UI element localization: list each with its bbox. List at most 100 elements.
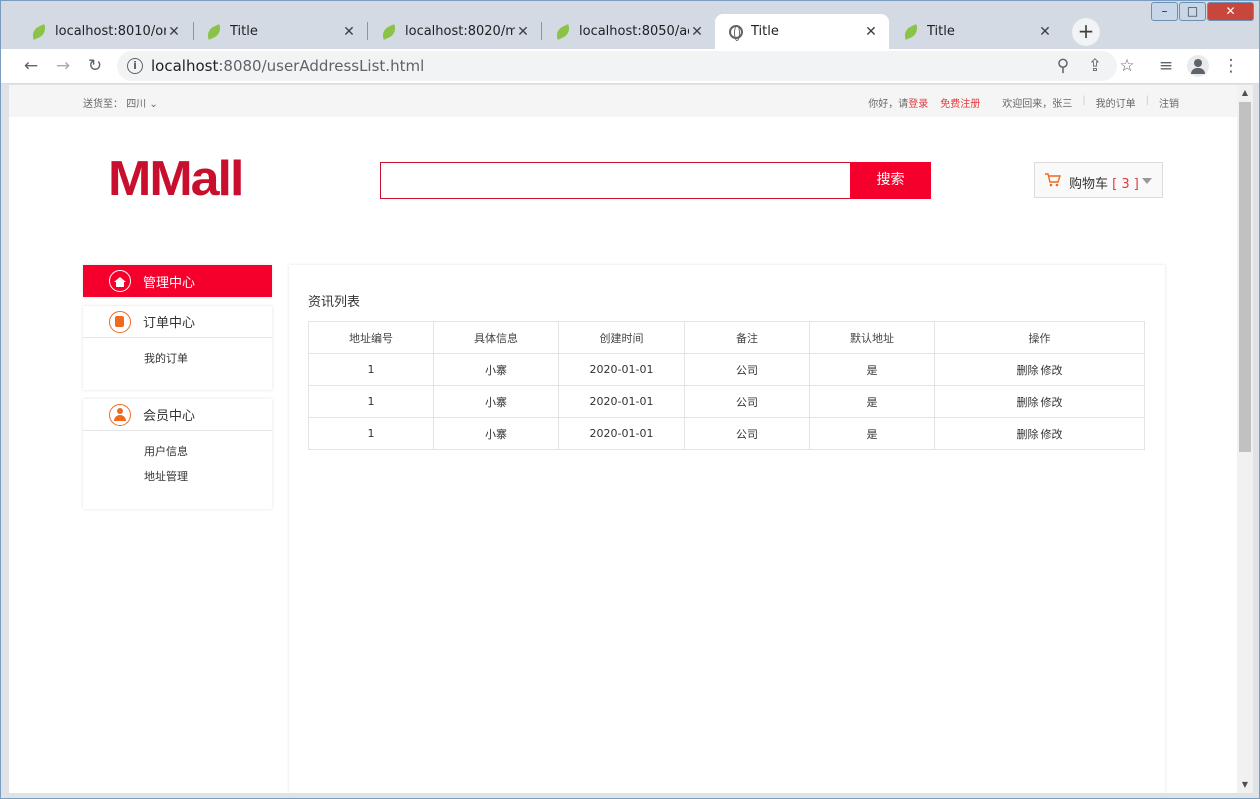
sidebar-item-label: 管理中心 bbox=[143, 275, 196, 291]
ship-to[interactable]: 送货至： 四川 ⌄ bbox=[83, 95, 158, 110]
ship-to-label: 送货至： bbox=[83, 99, 123, 110]
cart-count-close: ] bbox=[1129, 177, 1139, 192]
delete-link[interactable]: 删除 bbox=[1017, 396, 1039, 409]
search-input[interactable] bbox=[380, 162, 851, 199]
address-panel: 资讯列表 地址编号 具体信息 创建时间 备注 默认地址 操作 1 小寨 2020… bbox=[289, 265, 1165, 793]
spring-leaf-icon bbox=[901, 23, 921, 40]
scroll-up-arrow-icon[interactable]: ▲ bbox=[1237, 85, 1253, 101]
home-icon bbox=[109, 270, 131, 292]
cell-created: 2020-01-01 bbox=[558, 417, 685, 450]
url-path: :8080/userAddressList.html bbox=[218, 57, 425, 75]
cell-actions: 删除 修改 bbox=[934, 417, 1145, 450]
share-icon[interactable]: ⇪ bbox=[1084, 55, 1106, 77]
login-link[interactable]: 登录 bbox=[908, 95, 928, 110]
cell-id: 1 bbox=[308, 353, 434, 386]
scroll-thumb[interactable] bbox=[1239, 102, 1251, 452]
caret-down-icon bbox=[1142, 178, 1152, 184]
sidebar-link-user-info[interactable]: 用户信息 bbox=[83, 439, 272, 464]
cell-default: 是 bbox=[809, 385, 935, 418]
register-link[interactable]: 免费注册 bbox=[940, 95, 980, 110]
tab-4[interactable]: localhost:8050/acc ✕ bbox=[541, 14, 715, 49]
url-text[interactable]: localhost:8080/userAddressList.html bbox=[151, 57, 424, 75]
reload-icon[interactable]: ↻ bbox=[84, 55, 106, 77]
tab-title: localhost:8050/acc bbox=[579, 24, 689, 39]
tab-3[interactable]: localhost:8020/me ✕ bbox=[367, 14, 541, 49]
spring-leaf-icon bbox=[553, 23, 573, 40]
tab-6[interactable]: Title ✕ bbox=[889, 14, 1063, 49]
search-button[interactable]: 搜索 bbox=[850, 162, 931, 199]
site-info-icon[interactable]: i bbox=[127, 58, 143, 74]
new-tab-button[interactable]: + bbox=[1072, 18, 1100, 46]
window-close-button[interactable]: ✕ bbox=[1207, 2, 1254, 21]
tab-title: Title bbox=[751, 24, 779, 39]
profile-avatar-icon[interactable] bbox=[1187, 55, 1209, 77]
column-header: 默认地址 bbox=[809, 321, 935, 354]
vertical-scrollbar[interactable]: ▲ ▼ bbox=[1237, 85, 1253, 793]
tab-1[interactable]: localhost:8010/orde ✕ bbox=[17, 14, 192, 49]
topbar-links: 你好，请 登录 免费注册 欢迎回来，张三 | 我的订单 | 注销 bbox=[868, 95, 1179, 110]
sidebar-item-orders[interactable]: 订单中心 bbox=[83, 306, 272, 338]
panel-title: 资讯列表 bbox=[308, 295, 361, 310]
close-icon[interactable]: ✕ bbox=[863, 24, 879, 40]
column-header: 地址编号 bbox=[308, 321, 434, 354]
cell-actions: 删除 修改 bbox=[934, 353, 1145, 386]
sidebar-item-members[interactable]: 会员中心 bbox=[83, 399, 272, 431]
cell-default: 是 bbox=[809, 417, 935, 450]
delete-link[interactable]: 删除 bbox=[1017, 364, 1039, 377]
minimize-button[interactable]: – bbox=[1151, 2, 1178, 21]
sidebar-item-label: 会员中心 bbox=[143, 409, 196, 424]
cart-button[interactable]: 购物车 [ 3 ] bbox=[1034, 162, 1163, 198]
spring-leaf-icon bbox=[29, 23, 49, 40]
bookmark-star-icon[interactable]: ☆ bbox=[1116, 55, 1138, 77]
site-topbar: 送货至： 四川 ⌄ 你好，请 登录 免费注册 欢迎回来，张三 | 我的订单 | … bbox=[9, 85, 1237, 117]
close-icon[interactable]: ✕ bbox=[689, 24, 705, 40]
tab-2[interactable]: Title ✕ bbox=[192, 14, 367, 49]
tab-title: Title bbox=[927, 24, 955, 39]
cart-count: 3 bbox=[1121, 177, 1130, 192]
forward-arrow-icon[interactable]: → bbox=[52, 55, 74, 77]
tab-title: localhost:8020/me bbox=[405, 24, 515, 39]
cell-detail: 小寨 bbox=[433, 417, 559, 450]
edit-link[interactable]: 修改 bbox=[1041, 428, 1063, 441]
edit-link[interactable]: 修改 bbox=[1041, 396, 1063, 409]
table-header-row: 地址编号 具体信息 创建时间 备注 默认地址 操作 bbox=[308, 321, 1145, 354]
cell-remark: 公司 bbox=[684, 385, 810, 418]
scroll-down-arrow-icon[interactable]: ▼ bbox=[1237, 777, 1253, 793]
sidebar-link-address[interactable]: 地址管理 bbox=[83, 464, 272, 489]
tab-5-active[interactable]: Title ✕ bbox=[715, 14, 889, 49]
table-row: 1 小寨 2020-01-01 公司 是 删除 修改 bbox=[308, 385, 1145, 418]
browser-window: localhost:8010/orde ✕ Title ✕ localhost:… bbox=[0, 0, 1260, 799]
cart-count-open: [ bbox=[1112, 177, 1122, 192]
address-table: 地址编号 具体信息 创建时间 备注 默认地址 操作 1 小寨 2020-01-0… bbox=[308, 321, 1145, 450]
greeting-text: 你好，请 bbox=[868, 99, 909, 110]
back-arrow-icon[interactable]: ← bbox=[20, 55, 42, 77]
menu-dots-icon[interactable]: ⋮ bbox=[1220, 55, 1242, 77]
site-logo[interactable]: MMall bbox=[108, 151, 244, 208]
reading-list-icon[interactable]: ≡ bbox=[1155, 55, 1177, 77]
maximize-button[interactable]: □ bbox=[1179, 2, 1206, 21]
close-icon[interactable]: ✕ bbox=[1037, 24, 1053, 40]
tab-title: Title bbox=[230, 24, 258, 39]
user-icon bbox=[109, 403, 131, 426]
cell-id: 1 bbox=[308, 385, 434, 418]
my-orders-link[interactable]: 我的订单 bbox=[1096, 95, 1136, 110]
address-bar[interactable]: i localhost:8080/userAddressList.html bbox=[117, 51, 1117, 81]
column-header: 操作 bbox=[934, 321, 1145, 354]
shopping-cart-icon bbox=[1045, 173, 1061, 187]
sidebar-link-my-orders[interactable]: 我的订单 bbox=[83, 346, 272, 371]
edit-link[interactable]: 修改 bbox=[1041, 364, 1063, 377]
logout-link[interactable]: 注销 bbox=[1159, 95, 1179, 110]
delete-link[interactable]: 删除 bbox=[1017, 428, 1039, 441]
spring-leaf-icon bbox=[204, 23, 224, 40]
cell-created: 2020-01-01 bbox=[558, 353, 685, 386]
cell-id: 1 bbox=[308, 417, 434, 450]
sidebar-members-block: 会员中心 用户信息 地址管理 bbox=[83, 399, 272, 509]
close-icon[interactable]: ✕ bbox=[166, 24, 182, 40]
close-icon[interactable]: ✕ bbox=[515, 24, 531, 40]
sidebar-item-manage[interactable]: 管理中心 bbox=[83, 265, 272, 297]
spring-leaf-icon bbox=[379, 23, 399, 40]
divider: | bbox=[1082, 95, 1086, 106]
close-icon[interactable]: ✕ bbox=[341, 24, 357, 40]
zoom-icon[interactable]: ⚲ bbox=[1052, 55, 1074, 77]
cell-default: 是 bbox=[809, 353, 935, 386]
